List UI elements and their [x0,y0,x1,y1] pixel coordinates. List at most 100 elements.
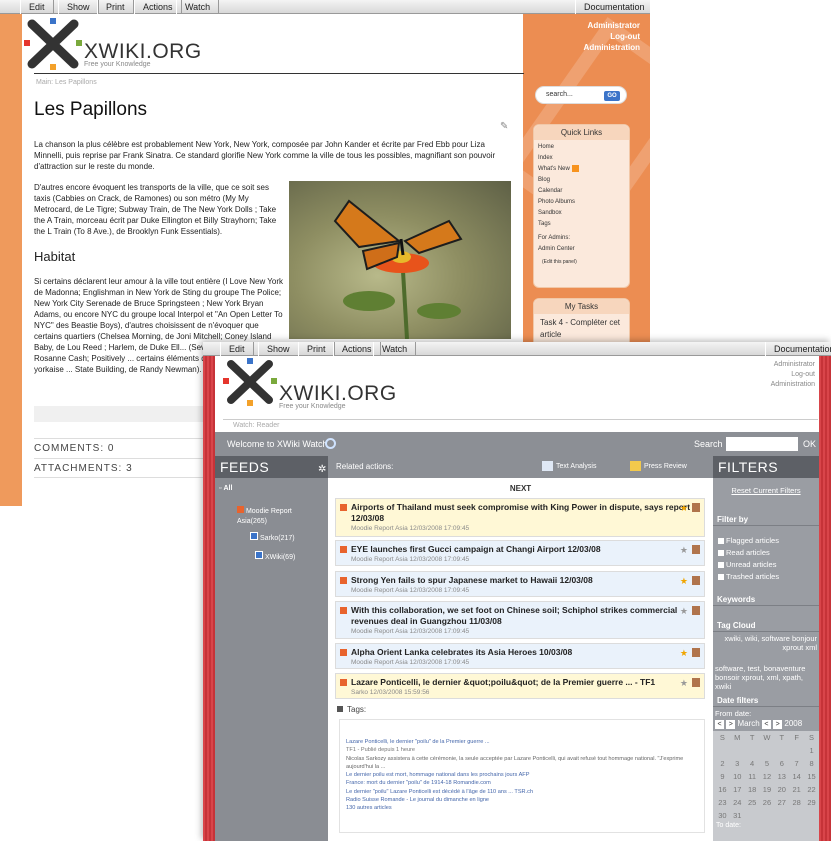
tag-cloud-2[interactable]: software, test, bonaventure bonsoir xpro… [715,664,817,691]
calendar-day[interactable]: 23 [715,796,730,809]
menu-print[interactable]: Print [97,0,134,14]
calendar-day[interactable]: 4 [745,757,760,770]
trash-icon[interactable] [692,648,700,657]
checkbox[interactable] [718,562,724,569]
calendar-day[interactable]: 2 [715,757,730,770]
next-year-button[interactable]: > [773,720,783,729]
calendar-day[interactable]: 3 [730,757,745,770]
logout-link[interactable]: Log-out [771,370,815,380]
menu-documentation[interactable]: Documentation [765,342,831,356]
checkbox[interactable] [718,574,724,581]
rss-icon[interactable] [571,164,579,172]
trash-icon[interactable] [692,545,700,554]
calendar-day[interactable]: 17 [730,783,745,796]
calendar-day[interactable]: 25 [745,796,760,809]
calendar-day[interactable]: 24 [730,796,745,809]
menu-documentation[interactable]: Documentation [575,0,650,14]
ql-admin-center[interactable]: Admin Center [538,244,625,255]
calendar-day[interactable] [804,809,819,822]
article-title[interactable]: With this collaboration, we set foot on … [340,605,700,627]
reset-filters-link[interactable]: Reset Current Filters [713,486,819,495]
content-link[interactable]: Le dernier "poilu" Lazare Ponticelli est… [346,788,698,796]
ql-calendar[interactable]: Calendar [538,186,625,197]
xwiki-logo[interactable] [24,18,84,73]
calendar-day[interactable]: 22 [804,783,819,796]
article-item-selected[interactable]: Lazare Ponticelli, le dernier &quot;poil… [335,673,705,699]
calendar-day[interactable]: 5 [760,757,775,770]
calendar-day[interactable]: 21 [789,783,804,796]
checkbox[interactable] [718,550,724,557]
menu-edit[interactable]: Edit [20,0,54,14]
filter-read[interactable]: Read articles [718,548,770,557]
feed-group-sarko[interactable]: Sarko(217) [250,532,295,544]
task-item[interactable]: Task 4 - Compléter cet article [534,314,629,344]
edit-pencil-icon[interactable]: ✎ [500,121,508,132]
calendar-day[interactable]: 15 [804,770,819,783]
prev-year-button[interactable]: < [761,720,771,729]
press-review-button[interactable]: Press Review [630,456,687,478]
ql-tags[interactable]: Tags [538,219,625,230]
content-link[interactable]: 130 autres articles [346,804,698,812]
star-icon[interactable]: ★ [680,648,688,659]
star-icon[interactable]: ★ [680,606,688,617]
ql-index[interactable]: Index [538,153,625,164]
content-link[interactable]: Lazare Ponticelli, le dernier "poilu" de… [346,738,698,746]
calendar-day[interactable]: 31 [730,809,745,822]
checkbox[interactable] [718,538,724,545]
feed-group-moodie[interactable]: Moodie Report Asia(265) [237,506,317,527]
next-month-button[interactable]: > [726,720,736,729]
next-button[interactable]: NEXT [328,484,713,493]
feed-all[interactable]: ▫ All [219,484,232,494]
filter-flagged[interactable]: Flagged articles [718,536,779,545]
logout-link[interactable]: Log-out [584,31,640,42]
search-input[interactable]: search... GO [535,86,627,104]
content-link[interactable]: Le dernier poilu est mort, hommage natio… [346,771,698,779]
calendar-day[interactable]: 26 [760,796,775,809]
ql-sandbox[interactable]: Sandbox [538,208,625,219]
search-input[interactable] [726,437,798,451]
trash-icon[interactable] [692,576,700,585]
calendar-day[interactable]: 9 [715,770,730,783]
calendar-day[interactable]: 7 [789,757,804,770]
article-item[interactable]: With this collaboration, we set foot on … [335,601,705,639]
administration-link[interactable]: Administration [771,380,815,390]
prev-month-button[interactable]: < [715,720,724,729]
ql-photo-albums[interactable]: Photo Albums [538,197,625,208]
content-link[interactable]: France: mort du dernier "poilu" de 1914-… [346,779,698,787]
calendar-day[interactable] [789,744,804,757]
calendar-day[interactable]: 6 [774,757,789,770]
menu-show[interactable]: Show [58,0,99,14]
ql-home[interactable]: Home [538,142,625,153]
calendar-day[interactable]: 13 [774,770,789,783]
breadcrumb[interactable]: Watch: Reader [233,422,279,429]
star-icon[interactable]: ★ [680,576,688,587]
star-icon[interactable]: ★ [680,545,688,556]
administration-link[interactable]: Administration [584,42,640,53]
star-icon[interactable]: ★ [680,503,688,514]
article-item[interactable]: EYE launches first Gucci campaign at Cha… [335,540,705,566]
article-item[interactable]: Alpha Orient Lanka celebrates its Asia H… [335,643,705,669]
calendar-day[interactable] [715,744,730,757]
calendar-day[interactable]: 28 [789,796,804,809]
go-button[interactable]: GO [604,91,620,101]
calendar-day[interactable]: 19 [760,783,775,796]
article-title[interactable]: Alpha Orient Lanka celebrates its Asia H… [340,647,700,658]
collapse-icon[interactable]: ▫ [219,485,221,492]
breadcrumb[interactable]: Main: Les Papillons [36,79,97,86]
calendar-day[interactable]: 8 [804,757,819,770]
tag-icon[interactable] [337,706,343,712]
calendar-day[interactable]: 20 [774,783,789,796]
menu-edit[interactable]: Edit [220,342,254,356]
calendar-day[interactable] [774,744,789,757]
calendar-day[interactable]: 16 [715,783,730,796]
text-analysis-button[interactable]: Text Analysis [542,456,596,478]
calendar-day[interactable]: 18 [745,783,760,796]
calendar-day[interactable] [760,744,775,757]
trash-icon[interactable] [692,606,700,615]
search-ok-button[interactable]: OK [803,432,816,456]
watch-logo[interactable] [223,358,277,409]
article-item[interactable]: Strong Yen fails to spur Japanese market… [335,571,705,597]
keywords-heading[interactable]: Keywords [713,593,819,606]
article-item[interactable]: Airports of Thailand must seek compromis… [335,498,705,537]
article-title[interactable]: EYE launches first Gucci campaign at Cha… [340,544,700,555]
